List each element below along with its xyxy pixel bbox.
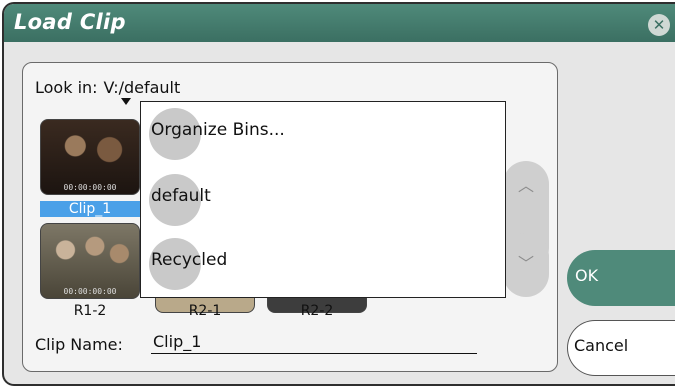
dialog-title: Load Clip [14,10,126,34]
look-in-value[interactable]: V:/default [104,78,181,97]
ok-button[interactable]: OK [567,250,675,306]
load-clip-dialog: Load Clip ✕ Look in: V:/default 00:00:00:… [2,2,675,386]
clip-thumbnail-clip-1[interactable]: 00:00:00:00 [40,119,140,195]
chevron-down-icon[interactable]: ﹀ [511,249,541,279]
menu-item-default[interactable]: default [141,168,505,228]
close-icon[interactable]: ✕ [648,14,670,36]
clip-thumbnail-r1-2[interactable]: 00:00:00:00 [40,223,140,299]
clip-label-r2-1[interactable]: R2-1 [155,303,255,319]
clip-label-r1-2[interactable]: R1-2 [40,303,140,319]
menu-item-recycled[interactable]: Recycled [141,232,505,292]
look-in-dropdown-menu: Organize Bins... default Recycled [140,101,506,298]
clip-label-clip-1[interactable]: Clip_1 [40,201,140,217]
look-in-dropdown-arrow-icon[interactable] [121,98,131,105]
chevron-up-icon[interactable]: ︿ [511,171,541,201]
look-in-row[interactable]: Look in: V:/default [35,78,180,97]
menu-item-label: Recycled [151,250,228,270]
menu-item-organize-bins[interactable]: Organize Bins... [141,102,505,162]
menu-item-label: Organize Bins... [151,120,285,140]
cancel-button[interactable]: Cancel [567,320,675,376]
look-in-label: Look in: [35,78,98,97]
menu-item-label: default [151,186,211,206]
clip-label-r2-2[interactable]: R2-2 [267,303,367,319]
clip-name-label: Clip Name: [35,335,123,354]
clip-name-input[interactable] [151,330,477,354]
title-bar: Load Clip ✕ [4,4,675,42]
